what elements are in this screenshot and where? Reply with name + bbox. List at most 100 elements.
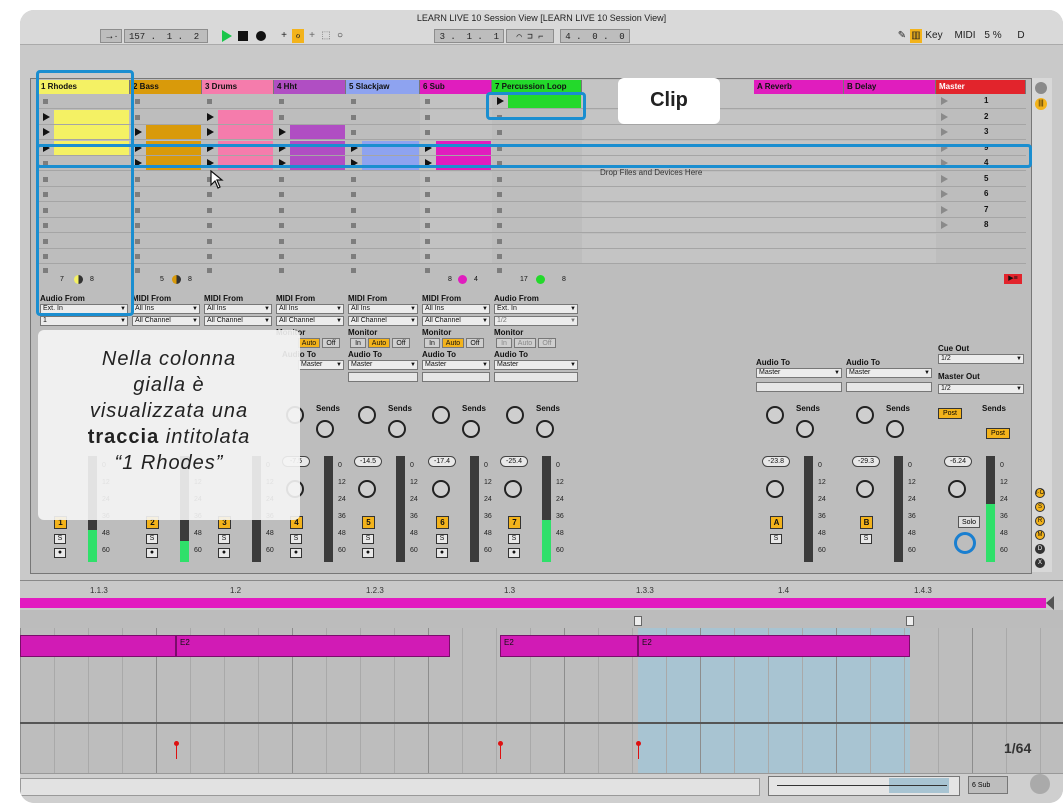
clip-slot[interactable]: [130, 125, 202, 140]
arm-button[interactable]: ●: [218, 548, 230, 558]
post-button[interactable]: Post: [986, 428, 1010, 439]
track-header-sub[interactable]: 6 Sub: [420, 80, 492, 94]
clip-stop-icon[interactable]: [497, 223, 502, 228]
clip-slot[interactable]: [130, 249, 202, 264]
arm-button[interactable]: ●: [54, 548, 66, 558]
clip-slot[interactable]: [274, 125, 346, 140]
solo-button[interactable]: S: [362, 534, 374, 544]
clip-slot[interactable]: [130, 202, 202, 218]
clip-stop-icon[interactable]: [279, 114, 284, 120]
key-map-icon[interactable]: ▥: [910, 29, 922, 43]
io-toggle-icon[interactable]: I·O: [1035, 488, 1045, 498]
scene-slot[interactable]: 6: [936, 187, 1026, 202]
clip-slot[interactable]: [202, 94, 274, 109]
clip-stop-icon[interactable]: [135, 114, 140, 120]
cue-volume-knob[interactable]: [954, 532, 976, 554]
stop-track-icon[interactable]: [351, 267, 356, 273]
loop-length-field[interactable]: 4 . 0 . 0: [560, 29, 630, 43]
track-header-drums[interactable]: 3 Drums: [202, 80, 274, 94]
output-select[interactable]: Master: [494, 360, 578, 370]
solo-button[interactable]: S: [218, 534, 230, 544]
input-channel-select[interactable]: All Channel: [422, 316, 490, 326]
clip-stop-icon[interactable]: [135, 207, 140, 213]
output-select[interactable]: Master: [846, 368, 932, 378]
overview-navigator[interactable]: [768, 776, 960, 796]
clip-slot[interactable]: [492, 187, 582, 202]
volume-field[interactable]: -25.4: [500, 456, 528, 467]
clip-slot[interactable]: [420, 171, 492, 187]
record-icon[interactable]: [256, 31, 266, 41]
input-channel-select[interactable]: 1: [40, 316, 128, 326]
output-channel-field[interactable]: [756, 382, 842, 392]
input-type-select[interactable]: All Ins: [348, 304, 418, 314]
clip-slot[interactable]: [492, 202, 582, 218]
crossfader-toggle-icon[interactable]: X: [1035, 558, 1045, 568]
sends-toggle-icon[interactable]: S: [1035, 502, 1045, 512]
clip-stop-icon[interactable]: [279, 192, 284, 197]
clip-slot[interactable]: [420, 202, 492, 218]
input-channel-select[interactable]: All Channel: [204, 316, 272, 326]
scene-slot[interactable]: 8: [936, 218, 1026, 233]
clip-slot[interactable]: [274, 94, 346, 109]
clip-stop-icon[interactable]: [351, 99, 356, 104]
clip-slot[interactable]: [492, 218, 582, 233]
clip-slot[interactable]: [274, 233, 346, 249]
automation-arm-icon[interactable]: ℴ: [292, 29, 304, 43]
monitor-auto[interactable]: Auto: [298, 338, 320, 348]
tempo-field[interactable]: 157 . 1 . 2: [124, 29, 208, 43]
capture-icon[interactable]: ⬚: [320, 29, 332, 43]
clip-stop-icon[interactable]: [279, 207, 284, 213]
monitor-off[interactable]: Off: [466, 338, 484, 348]
clip-stop-icon[interactable]: [497, 192, 502, 197]
tap-tempo-icon[interactable]: →·: [100, 29, 122, 43]
loop-switch-icons[interactable]: ⌒ ⊐ ⌐: [506, 29, 554, 43]
track-activator-button[interactable]: 6: [436, 516, 449, 529]
input-channel-select[interactable]: 1/2: [494, 316, 578, 326]
arm-button[interactable]: ●: [290, 548, 302, 558]
track-activator-button[interactable]: B: [860, 516, 873, 529]
send-a-knob[interactable]: [432, 406, 450, 424]
monitor-auto[interactable]: Auto: [368, 338, 390, 348]
clip-stop-icon[interactable]: [207, 99, 212, 104]
clip-slot[interactable]: [346, 249, 420, 264]
clip-slot[interactable]: [346, 187, 420, 202]
clip-launch-icon[interactable]: [279, 128, 286, 136]
clip-slot[interactable]: [420, 249, 492, 264]
mixer-toggle-icon[interactable]: |||: [1035, 98, 1047, 110]
delay-toggle-icon[interactable]: D: [1035, 544, 1045, 554]
clip-slot[interactable]: [130, 233, 202, 249]
clip-stop-icon[interactable]: [425, 99, 430, 104]
solo-button[interactable]: S: [436, 534, 448, 544]
pan-knob[interactable]: [856, 480, 874, 498]
session-record-icon[interactable]: ○: [334, 29, 346, 43]
clip-stop-icon[interactable]: [497, 238, 502, 244]
solo-button[interactable]: S: [770, 534, 782, 544]
solo-button[interactable]: S: [54, 534, 66, 544]
scene-launch-icon[interactable]: [941, 128, 948, 136]
scene-slot[interactable]: 1: [936, 94, 1026, 109]
clip-slot[interactable]: [202, 218, 274, 233]
monitor-auto[interactable]: Auto: [442, 338, 464, 348]
clip-slot[interactable]: [346, 233, 420, 249]
mixer-dot-icon[interactable]: M: [1035, 530, 1045, 540]
clip-stop-icon[interactable]: [425, 130, 430, 135]
scene-launch-icon[interactable]: [941, 174, 948, 183]
stop-track-icon[interactable]: [207, 267, 212, 273]
midi-map-label[interactable]: MIDI: [952, 29, 978, 43]
clip-slot[interactable]: [202, 233, 274, 249]
scroll-icon[interactable]: [1035, 82, 1047, 94]
midi-note[interactable]: E2: [638, 635, 910, 657]
velocity-dot[interactable]: [174, 741, 179, 746]
scene-launch-icon[interactable]: [941, 97, 948, 105]
stop-track-icon[interactable]: [425, 267, 430, 273]
input-type-select[interactable]: Ext. In: [494, 304, 578, 314]
arm-button[interactable]: ●: [436, 548, 448, 558]
scene-slot[interactable]: 7: [936, 202, 1026, 218]
clip[interactable]: [218, 125, 273, 139]
arm-button[interactable]: ●: [146, 548, 158, 558]
scene-slot[interactable]: 5: [936, 171, 1026, 187]
monitor-in[interactable]: In: [496, 338, 512, 348]
clip-stop-icon[interactable]: [351, 192, 356, 197]
send-a-knob[interactable]: [506, 406, 524, 424]
clip-slot[interactable]: [492, 171, 582, 187]
